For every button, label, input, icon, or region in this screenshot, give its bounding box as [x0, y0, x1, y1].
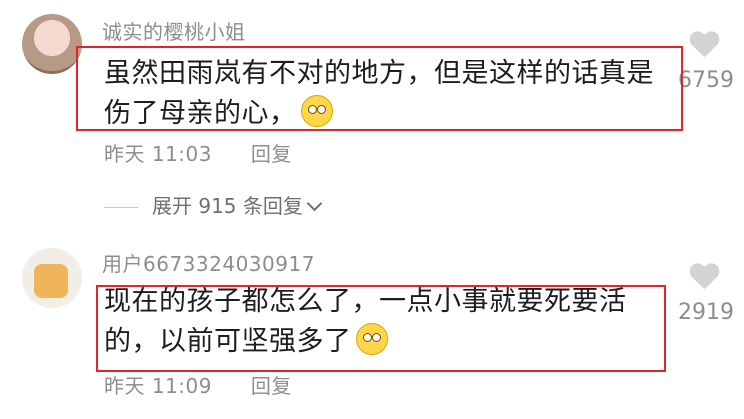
comment-meta: 昨天 11:03 回复: [104, 138, 292, 167]
expand-replies-button[interactable]: 展开 915 条回复: [104, 190, 323, 219]
like-button[interactable]: 6759: [674, 32, 734, 93]
heart-icon[interactable]: [689, 264, 719, 292]
timestamp: 昨天 11:09: [104, 374, 212, 398]
username[interactable]: 用户6673324030917: [102, 248, 315, 277]
smile-emoji-icon: [355, 323, 388, 355]
like-button[interactable]: 2919: [674, 264, 734, 325]
comment-text: 现在的孩子都怎么了，一点小事就要死要活 的，以前可坚强多了: [104, 286, 627, 357]
comment-meta: 昨天 11:09 回复: [104, 370, 292, 399]
avatar[interactable]: [22, 14, 82, 74]
avatar[interactable]: [22, 248, 82, 308]
timestamp: 昨天 11:03: [104, 142, 212, 166]
mascot-icon: [34, 264, 68, 298]
reply-button[interactable]: 回复: [251, 142, 292, 166]
reply-button[interactable]: 回复: [251, 374, 292, 398]
divider: [104, 207, 138, 208]
chevron-down-icon: [306, 195, 323, 212]
like-count: 6759: [678, 68, 734, 93]
heart-icon[interactable]: [689, 32, 719, 60]
username[interactable]: 诚实的樱桃小姐: [102, 16, 246, 45]
pleading-face-emoji-icon: [300, 95, 333, 127]
like-count: 2919: [678, 300, 734, 325]
comment-text: 虽然田雨岚有不对的地方，但是这样的话真是 伤了母亲的心，: [104, 58, 654, 129]
